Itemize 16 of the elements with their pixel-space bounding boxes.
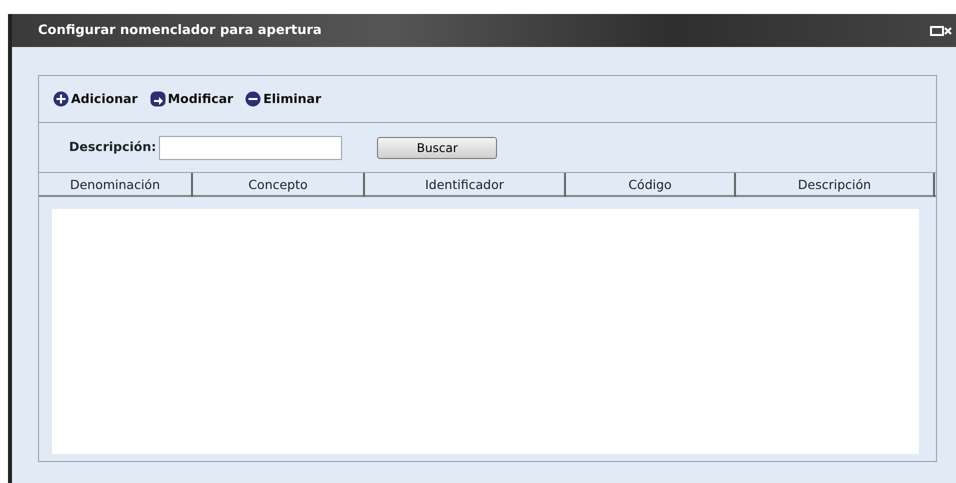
search-button[interactable]: Buscar bbox=[377, 136, 498, 158]
window-controls-icon[interactable] bbox=[930, 24, 952, 38]
description-label: Descripción: bbox=[69, 138, 156, 156]
edit-button[interactable]: Modificar bbox=[150, 90, 238, 108]
plus-icon bbox=[53, 91, 69, 107]
remove-button[interactable]: Eliminar bbox=[245, 90, 326, 108]
window-title: Configurar nomenclador para apertura bbox=[38, 22, 322, 40]
edit-icon bbox=[150, 91, 166, 107]
description-field[interactable] bbox=[159, 136, 342, 160]
minus-icon bbox=[245, 91, 262, 107]
column-header[interactable]: Concepto bbox=[193, 173, 365, 197]
column-header[interactable]: Identificador bbox=[365, 173, 566, 197]
column-header[interactable]: Código bbox=[566, 173, 736, 197]
column-header[interactable]: Descripción bbox=[736, 173, 935, 197]
add-button[interactable]: Adicionar bbox=[53, 90, 142, 108]
column-header[interactable]: Denominación bbox=[39, 173, 193, 197]
